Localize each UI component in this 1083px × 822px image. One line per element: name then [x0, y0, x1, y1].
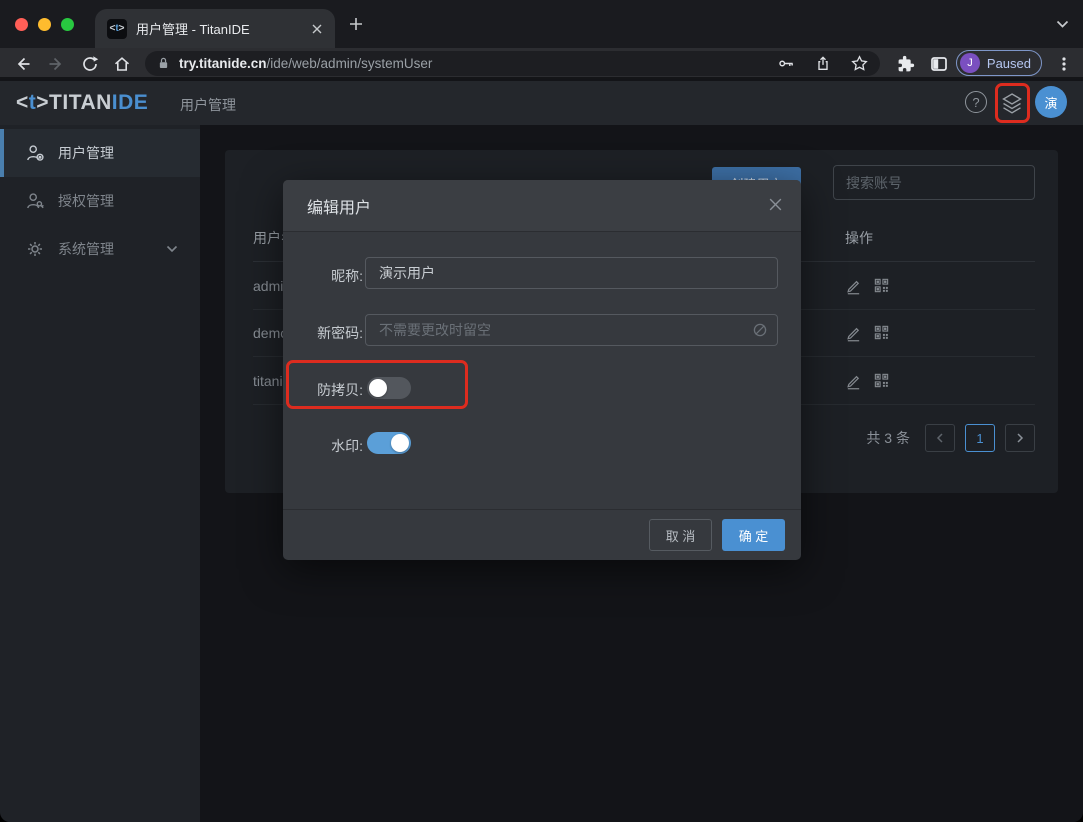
- address-bar[interactable]: try.titanide.cn/ide/web/admin/systemUser: [145, 51, 880, 76]
- profile-avatar: J: [960, 53, 980, 73]
- profile-chip[interactable]: J Paused: [956, 50, 1042, 76]
- modal-footer: 取 消 确 定: [283, 509, 801, 560]
- password-key-icon[interactable]: [778, 55, 795, 72]
- sidebar-item-user-management[interactable]: 用户管理: [0, 129, 200, 177]
- tab-title: 用户管理 - TitanIDE: [136, 19, 302, 38]
- profile-status: Paused: [987, 56, 1031, 71]
- edit-icon[interactable]: [845, 324, 862, 342]
- traffic-close-button[interactable]: [15, 18, 28, 31]
- search-input[interactable]: [833, 165, 1035, 200]
- qrcode-icon[interactable]: [873, 324, 890, 342]
- eye-slash-icon[interactable]: [751, 321, 769, 339]
- share-icon[interactable]: [815, 55, 831, 72]
- back-button[interactable]: [12, 53, 34, 75]
- tab-favicon-icon: <t>: [107, 19, 127, 39]
- watermark-toggle[interactable]: [367, 432, 411, 454]
- chevron-down-icon: [166, 245, 178, 253]
- help-icon[interactable]: ?: [965, 91, 987, 113]
- modal-title: 编辑用户: [307, 194, 371, 218]
- user-gear-icon: [26, 144, 44, 162]
- modal-header: 编辑用户: [283, 180, 801, 232]
- new-password-label: 新密码:: [283, 323, 363, 343]
- qrcode-icon[interactable]: [873, 372, 890, 390]
- nickname-label: 昵称:: [283, 266, 363, 286]
- home-button[interactable]: [111, 53, 133, 75]
- traffic-zoom-button[interactable]: [61, 18, 74, 31]
- browser-tab[interactable]: <t> 用户管理 - TitanIDE: [95, 9, 335, 48]
- tab-close-icon[interactable]: [311, 23, 323, 35]
- reload-button[interactable]: [79, 53, 101, 75]
- edit-user-modal: 编辑用户 昵称: 新密码: 防拷贝: 水印: 取 消 确 定: [283, 180, 801, 560]
- watermark-label: 水印:: [283, 436, 363, 456]
- browser-toolbar: try.titanide.cn/ide/web/admin/systemUser…: [0, 48, 1083, 79]
- toggle-knob: [391, 434, 409, 452]
- sidebar-item-system[interactable]: 系统管理: [0, 225, 200, 273]
- traffic-minimize-button[interactable]: [38, 18, 51, 31]
- extensions-puzzle-icon[interactable]: [894, 53, 916, 75]
- user-key-icon: [26, 192, 44, 210]
- sidebar-item-label: 授权管理: [58, 191, 114, 211]
- gear-icon: [26, 240, 44, 258]
- new-tab-button[interactable]: [348, 16, 364, 32]
- sidebar: 用户管理 授权管理 系统管理: [0, 125, 200, 822]
- sidebar-item-label: 用户管理: [58, 143, 114, 163]
- side-panel-icon[interactable]: [928, 53, 950, 75]
- tab-strip: <t> 用户管理 - TitanIDE: [0, 0, 1083, 48]
- pagination-next-button[interactable]: [1005, 424, 1035, 452]
- app-logo[interactable]: <t>TITANIDE: [16, 91, 148, 115]
- forward-button[interactable]: [45, 53, 67, 75]
- column-actions: 操作: [845, 228, 873, 248]
- pagination-total: 共 3 条: [866, 428, 910, 448]
- app-header: <t>TITANIDE 用户管理 ? 演: [0, 81, 1083, 125]
- user-avatar[interactable]: 演: [1035, 86, 1067, 118]
- tab-search-chevron-icon[interactable]: [1056, 20, 1069, 28]
- pagination-page-1[interactable]: 1: [965, 424, 995, 452]
- sidebar-item-authorization[interactable]: 授权管理: [0, 177, 200, 225]
- browser-menu-kebab-icon[interactable]: [1053, 53, 1075, 75]
- pagination-prev-button[interactable]: [925, 424, 955, 452]
- sidebar-item-label: 系统管理: [58, 239, 114, 259]
- close-icon[interactable]: [768, 197, 783, 212]
- qrcode-icon[interactable]: [873, 277, 890, 295]
- annotation-box-layers: [995, 83, 1030, 123]
- lock-icon: [157, 56, 170, 71]
- breadcrumb: 用户管理: [180, 95, 236, 115]
- bookmark-star-icon[interactable]: [851, 55, 868, 72]
- browser-window: <t> 用户管理 - TitanIDE: [0, 0, 1083, 822]
- new-password-input[interactable]: [365, 314, 778, 346]
- url-host: try.titanide.cn: [179, 56, 267, 71]
- confirm-button[interactable]: 确 定: [722, 519, 785, 551]
- nickname-input[interactable]: [365, 257, 778, 289]
- edit-icon[interactable]: [845, 372, 862, 390]
- cancel-button[interactable]: 取 消: [649, 519, 712, 551]
- annotation-box-anti-copy: [286, 360, 468, 409]
- edit-icon[interactable]: [845, 277, 862, 295]
- url-path: /ide/web/admin/systemUser: [267, 56, 433, 71]
